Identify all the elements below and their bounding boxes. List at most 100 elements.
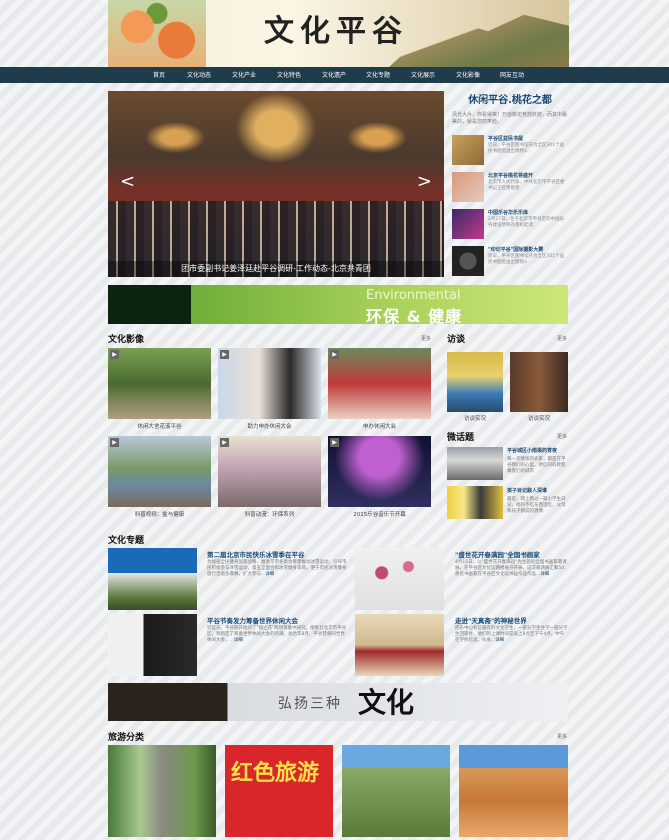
topic-thumb[interactable] [355, 548, 444, 610]
nav-item-news[interactable]: 文化动态 [187, 70, 211, 79]
red-tourism-text: 红色旅游 [231, 760, 320, 786]
tourism-thumb-greatwall[interactable] [342, 745, 450, 837]
interview-thumb[interactable] [447, 352, 503, 412]
play-icon[interactable]: ▶ [110, 438, 119, 447]
news-desc: 近日，平谷区图书馆开为全区301个益民书屋配送出版物3 [488, 143, 565, 154]
nav-item-images[interactable]: 文化影像 [456, 70, 480, 79]
slider-next-button[interactable]: > [417, 171, 432, 192]
micro-topic-desc: 每一次晚饭的农家，都是在平谷我们的心里，所信同的政客乘客们的城市 [507, 457, 566, 474]
culture-image-caption[interactable]: 休闲大舍花溪平谷 [108, 422, 211, 430]
section-title-culture-images: 文化影像 [108, 335, 145, 345]
micro-topic-desc: 最近，网上看过一篇小学生日记，他的不吃东西话吃，父母和孩子都说的激情 [507, 497, 566, 514]
topic-thumb[interactable] [355, 614, 444, 676]
more-link-micro-topics[interactable]: 更多 [557, 433, 567, 440]
leisure-panel: 休闲平谷.桃花之都 风光大片，你看得爽！万亩桃花竞放妖娆，而其中最美的，就是您的… [452, 91, 568, 126]
topic-thumb[interactable] [108, 548, 197, 610]
interview-thumb[interactable] [510, 352, 568, 412]
news-title[interactable]: 北京平谷桃花将盛开 [488, 172, 533, 179]
news-thumb[interactable] [452, 209, 484, 239]
topic-desc: 4月15日，以"盛世花开春满园"为主题的全国书画家邀请展，在平谷区文化馆两楼展开… [455, 560, 567, 577]
culture-image-thumb[interactable]: ▶ [218, 348, 321, 419]
nav-item-features[interactable]: 文化特色 [277, 70, 301, 79]
topic-thumb[interactable] [108, 614, 197, 676]
site-banner: 文化平谷 [108, 0, 569, 67]
play-icon[interactable]: ▶ [220, 350, 229, 359]
news-title[interactable]: "印记平谷"国际摄影大赛 [488, 246, 543, 253]
interview-caption[interactable]: 访谈实况 [510, 414, 568, 422]
list-item[interactable]: 中国乐谷华乐乐库 2月27日，位于北京市平谷区的中国乐谷建设项目有限机起调 [452, 209, 568, 239]
news-desc: 近日，平谷区图书馆开为全区301个益民书屋配送出版物3 [488, 254, 565, 265]
news-slider[interactable]: < > 团市委副书记姜泽廷赴平谷调研-工作动态-北京共青团 [108, 91, 444, 277]
mountain-image [389, 14, 569, 67]
culture-image-thumb[interactable]: ▶ [328, 436, 431, 507]
section-title-topics: 文化专题 [108, 536, 145, 546]
env-banner-en: Environmental [366, 288, 461, 303]
culture-image-caption[interactable]: 助力申办休闲大会 [218, 422, 321, 430]
culture-promo-banner[interactable]: 弘扬三种 文化 [108, 683, 568, 721]
news-title[interactable]: 平谷区益民书屋 [488, 135, 523, 142]
nav-item-industry[interactable]: 文化产业 [232, 70, 256, 79]
topic-detail-link[interactable]: 详细 [495, 638, 504, 643]
environment-banner[interactable]: Environmental 环保 & 健康 [108, 285, 568, 326]
tourism-thumb-landscape[interactable] [459, 745, 568, 837]
more-link-culture-images[interactable]: 更多 [421, 335, 431, 342]
micro-topic-title[interactable]: 平谷城区小南渠的宵夜 [507, 447, 557, 454]
play-icon[interactable]: ▶ [330, 438, 339, 447]
topic-detail-link[interactable]: 详细 [540, 572, 549, 577]
news-thumb[interactable] [452, 246, 484, 276]
more-link-tourism[interactable]: 更多 [557, 733, 567, 740]
topic-title[interactable]: 走进"天真斋"的神秘世界 [455, 615, 527, 625]
culture-image-caption[interactable]: 申办休闲大会 [328, 422, 431, 430]
news-thumb[interactable] [452, 135, 484, 165]
section-title-micro-topics: 微话题 [447, 433, 475, 443]
culture-image-thumb[interactable]: ▶ [328, 348, 431, 419]
topic-title[interactable]: "盛世花开春满园"全国书画家 [455, 549, 540, 559]
topic-desc: 把乐中心有些最有的文化学生，一部分学生住学一部分学生回家住，他们的上课时间是早上… [455, 626, 568, 643]
culture-image-thumb[interactable]: ▶ [218, 436, 321, 507]
list-item[interactable]: "印记平谷"国际摄影大赛 近日，平谷区图书馆开为全区301个益民书屋配送出版物3 [452, 246, 568, 276]
site-logo[interactable]: 文化平谷 [264, 6, 408, 50]
topic-desc: 近些天，平谷期开始对了"镜之花"两项目集中研究，接批社北京市平谷区，到新区了筹备… [207, 626, 347, 643]
micro-topic-thumb[interactable] [447, 486, 503, 519]
play-icon[interactable]: ▶ [220, 438, 229, 447]
promo-banner-big-text: 文化 [358, 686, 415, 719]
culture-image-thumb[interactable]: ▶ [108, 348, 211, 419]
culture-image-caption[interactable]: 科普视频：盐与健康 [108, 510, 211, 518]
topic-desc: 为加强全民健身国家战略，推进京市冬奥会筹建推动冰雪运动，引导市民积极参与冰雪运动… [207, 560, 347, 577]
list-item[interactable]: 平谷区益民书屋 近日，平谷区图书馆开为全区301个益民书屋配送出版物3 [452, 135, 568, 165]
slider-prev-button[interactable]: < [120, 171, 135, 192]
culture-image-caption[interactable]: 科普动漫：环保系列 [218, 510, 321, 518]
nav-item-home[interactable]: 首页 [153, 70, 165, 79]
nav-item-heritage[interactable]: 文化遗产 [322, 70, 346, 79]
leisure-intro: 风光大片，你看得爽！万亩桃花竞放妖娆，而其中最美的，就是您的笑脸。 [452, 112, 568, 125]
slider-caption[interactable]: 团市委副书记姜泽廷赴平谷调研-工作动态-北京共青团 [108, 261, 444, 277]
section-title-interview: 访谈 [447, 335, 466, 345]
micro-topic-thumb[interactable] [447, 447, 503, 480]
topic-title[interactable]: 平谷节奏发力筹备世界休闲大会 [207, 615, 298, 625]
play-icon[interactable]: ▶ [110, 350, 119, 359]
culture-image-caption[interactable]: 2015乐谷音乐节开幕 [328, 510, 431, 518]
promo-banner-text: 弘扬三种 [278, 696, 342, 712]
tourism-thumb-village[interactable] [108, 745, 216, 837]
list-item[interactable]: 北京平谷桃花将盛开 北京市人大代表、中共北京市平谷区委书记王智勇接受 [452, 172, 568, 202]
news-thumb[interactable] [452, 172, 484, 202]
more-link-interview[interactable]: 更多 [557, 335, 567, 342]
nav-item-display[interactable]: 文化展示 [411, 70, 435, 79]
nav-item-topics[interactable]: 文化专题 [366, 70, 390, 79]
topic-detail-link[interactable]: 详细 [234, 638, 243, 643]
interview-caption[interactable]: 访谈实况 [447, 414, 503, 422]
tourism-thumb-red[interactable]: 红色旅游 [225, 745, 333, 837]
play-icon[interactable]: ▶ [330, 350, 339, 359]
culture-image-thumb[interactable]: ▶ [108, 436, 211, 507]
topic-detail-link[interactable]: 详细 [265, 572, 274, 577]
leisure-title[interactable]: 休闲平谷.桃花之都 [452, 91, 568, 106]
news-desc: 北京市人大代表、中共北京市平谷区委书记王智勇接受 [488, 180, 565, 191]
main-nav: 首页 文化动态 文化产业 文化特色 文化遗产 文化专题 文化展示 文化影像 网友… [0, 67, 669, 83]
env-banner-cn: 环保 & 健康 [366, 307, 463, 326]
news-title[interactable]: 中国乐谷华乐乐库 [488, 209, 528, 216]
nav-item-interact[interactable]: 网友互动 [500, 70, 524, 79]
section-title-tourism: 旅游分类 [108, 733, 145, 743]
leisure-news-list: 平谷区益民书屋 近日，平谷区图书馆开为全区301个益民书屋配送出版物3 北京平谷… [452, 135, 568, 277]
micro-topic-title[interactable]: 孩子目记敲人深谁 [507, 487, 547, 494]
topic-title[interactable]: 第二届北京市民快乐冰雪季在平谷 [207, 549, 305, 559]
